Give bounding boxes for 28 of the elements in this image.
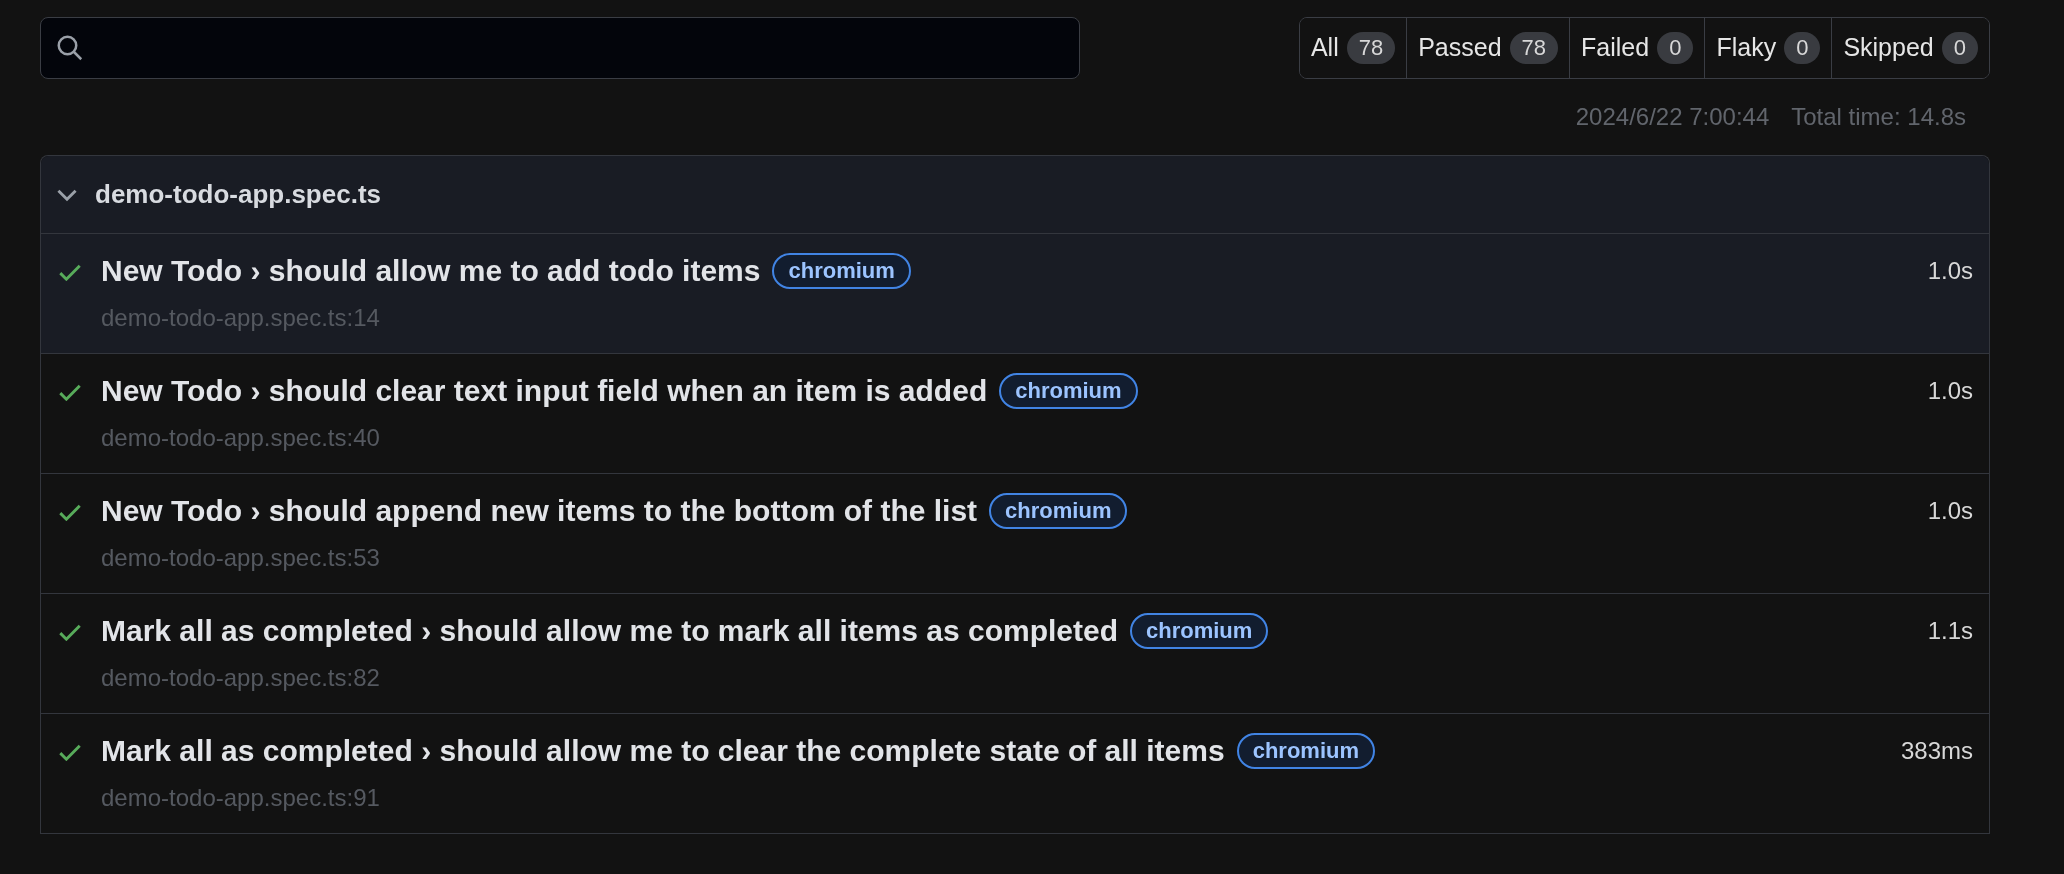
count-badge: 78 <box>1509 32 1559 64</box>
search-icon <box>55 33 85 63</box>
project-tag: chromium <box>1130 613 1269 649</box>
test-title: New Todo › should clear text input field when an item is added <box>101 373 988 409</box>
search-field[interactable] <box>40 17 1080 79</box>
project-tag: chromium <box>1236 733 1375 769</box>
test-title: New Todo › should allow me to add todo items <box>101 253 761 289</box>
test-title: Mark all as completed › should allow me to clear the complete state of all items <box>101 733 1225 769</box>
test-duration: 1.0s <box>1927 256 1973 286</box>
total-time: Total time: 14.8s <box>1791 102 1966 132</box>
project-tag: chromium <box>999 373 1138 409</box>
test-title: New Todo › should append new items to the bottom of the list <box>101 493 978 529</box>
test-duration: 1.0s <box>1927 376 1973 406</box>
test-row[interactable]: New Todo › should allow me to add todo items chromium demo-todo-app.spec.ts:14 1.0s <box>41 234 1989 354</box>
test-duration: 1.1s <box>1927 616 1973 646</box>
file-header[interactable]: demo-todo-app.spec.ts <box>41 156 1989 234</box>
run-date: 2024/6/22 7:00:44 <box>1575 102 1770 132</box>
count-badge: 0 <box>1784 32 1821 64</box>
count-badge: 0 <box>1657 32 1694 64</box>
filter-tab[interactable]: Skipped 0 <box>1831 18 1989 78</box>
test-duration: 383ms <box>1900 736 1973 766</box>
test-duration: 1.0s <box>1927 496 1973 526</box>
test-title: Mark all as completed › should allow me to mark all items as completed <box>101 613 1118 649</box>
count-badge: 78 <box>1346 32 1396 64</box>
project-tag: chromium <box>989 493 1128 529</box>
file-name: demo-todo-app.spec.ts <box>95 178 381 211</box>
count-badge: 0 <box>1941 32 1978 64</box>
project-tag: chromium <box>772 253 911 289</box>
